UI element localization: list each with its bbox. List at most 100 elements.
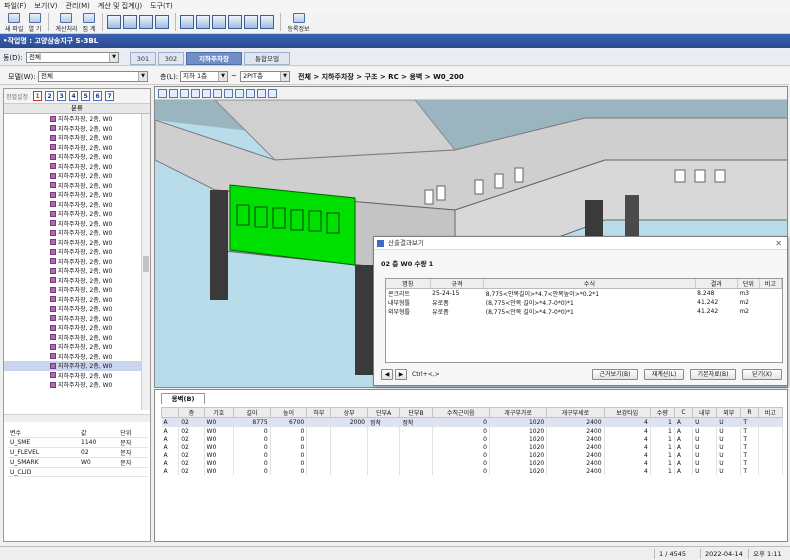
grid-cell[interactable] [330, 427, 368, 435]
grid-cell[interactable]: 2400 [546, 435, 605, 443]
register-info-button[interactable]: 등록정보 [285, 12, 311, 33]
tab-integrated-model[interactable]: 통합모델 [244, 52, 290, 65]
grid-cell[interactable]: A [161, 467, 180, 475]
grid-cell[interactable]: 02 [178, 443, 205, 451]
grid-cell[interactable]: W0 [204, 459, 235, 467]
table-row[interactable]: A 02 W0 0 0 0 1020 2400 4 1 A U U T [161, 435, 784, 443]
grid-cell[interactable] [367, 435, 401, 443]
base-data-button[interactable]: 기본자료(B) [690, 369, 736, 380]
table-row[interactable]: A 02 W0 0 0 0 1020 2400 4 1 A U U T [161, 467, 784, 475]
grid-column-header[interactable]: R [740, 407, 759, 418]
grid-cell[interactable] [399, 467, 433, 475]
tree-item[interactable]: 지하주차장, 2층, W0 [4, 133, 150, 143]
measure-icon[interactable] [268, 88, 277, 98]
grid-cell[interactable] [306, 435, 332, 443]
grid-cell[interactable]: A [674, 459, 694, 467]
tree-item[interactable]: 지하주차장, 2층, W0 [4, 171, 150, 181]
grid-cell[interactable]: U [716, 417, 742, 427]
view-mode-icon[interactable] [158, 88, 167, 98]
grid-cell[interactable]: U [716, 451, 742, 459]
grid-column-header[interactable]: 수직근이음 [431, 407, 490, 418]
grid-cell[interactable]: U [692, 467, 718, 475]
rotate-icon[interactable] [169, 88, 178, 98]
grid-cell[interactable]: 02 [178, 417, 205, 427]
scroll-thumb[interactable] [143, 256, 149, 272]
grid-cell[interactable] [758, 459, 784, 467]
grid-cell[interactable]: 0 [270, 467, 308, 475]
grid-cell[interactable]: 2400 [546, 417, 605, 427]
grid-cell[interactable]: W0 [204, 451, 235, 459]
grid-column-header[interactable]: 내부 [692, 407, 718, 418]
grid-cell[interactable]: 1020 [489, 459, 548, 467]
grid-cell[interactable]: 6700 [270, 417, 308, 427]
tree-item[interactable]: 지하주차장, 2층, W0 [4, 266, 150, 276]
grid-cell[interactable]: 4 [604, 427, 651, 435]
grid-cell[interactable]: A [674, 467, 694, 475]
sort-setting-button[interactable]: 정렬설정 [6, 92, 28, 101]
grid-cell[interactable] [758, 467, 784, 475]
grid-cell[interactable]: 4 [604, 443, 651, 451]
grid-cell[interactable]: A [161, 459, 180, 467]
grid-cell[interactable]: A [161, 417, 180, 427]
wireframe-icon[interactable] [246, 88, 255, 98]
menu-item[interactable]: 관리(M) [66, 1, 90, 11]
tree-item[interactable]: 지하주차장, 2층, W0 [4, 257, 150, 267]
grid-cell[interactable]: 1 [650, 427, 675, 435]
grid-cell[interactable]: 1020 [489, 451, 548, 459]
cube-back-icon[interactable] [191, 88, 200, 98]
grid-cell[interactable]: 0 [432, 467, 490, 475]
grid-cell[interactable]: T [740, 417, 759, 427]
grid-cell[interactable] [306, 417, 332, 427]
tree-item[interactable]: 지하주차장, 2층, W0 [4, 285, 150, 295]
grid-cell[interactable]: A [161, 427, 180, 435]
grid-cell[interactable]: 4 [604, 451, 651, 459]
grid-cell[interactable]: 4 [604, 435, 651, 443]
cube-iso-icon[interactable] [235, 88, 244, 98]
grid-cell[interactable] [330, 451, 368, 459]
tree-item[interactable]: 지하주차장, 2층, W0 [4, 238, 150, 248]
grid-cell[interactable]: T [740, 451, 759, 459]
grid-cell[interactable] [399, 451, 433, 459]
grid-cell[interactable]: A [674, 451, 694, 459]
grid-cell[interactable]: 0 [270, 435, 308, 443]
grid-cell[interactable]: A [161, 435, 180, 443]
grid-cell[interactable]: 0 [432, 459, 490, 467]
grid-cell[interactable]: 1 [650, 459, 675, 467]
tree-item[interactable]: 지하주차장, 2층, W0 [4, 361, 150, 371]
grid-cell[interactable]: T [740, 459, 759, 467]
grid-column-header[interactable]: 높이 [269, 407, 308, 418]
grid-cell[interactable] [306, 427, 332, 435]
grid-cell[interactable]: A [674, 443, 694, 451]
model-select[interactable]: 전체 ▼ [38, 71, 148, 82]
grid-cell[interactable]: 8775 [233, 417, 271, 427]
grid-cell[interactable]: 1020 [489, 427, 548, 435]
grid-cell[interactable]: 정착 [399, 417, 433, 427]
grid-cell[interactable] [330, 435, 368, 443]
grid-cell[interactable]: 02 [178, 459, 205, 467]
tree-item[interactable]: 지하주차장, 2층, W0 [4, 323, 150, 333]
grid-cell[interactable] [367, 467, 401, 475]
tree-item[interactable]: 지하주차장, 2층, W0 [4, 247, 150, 257]
grid-cell[interactable]: W0 [204, 427, 235, 435]
grid-cell[interactable]: 0 [270, 427, 308, 435]
grid-cell[interactable] [399, 459, 433, 467]
grid-cell[interactable]: 1 [650, 443, 675, 451]
tree-item[interactable]: 지하주차장, 2층, W0 [4, 304, 150, 314]
grid-cell[interactable] [758, 427, 784, 435]
grid-cell[interactable]: A [161, 451, 180, 459]
grid-column-header[interactable]: 상부 [330, 407, 368, 418]
grid-column-header[interactable]: 개구부가로 [488, 407, 548, 418]
grid-cell[interactable]: 0 [432, 427, 490, 435]
grid-cell[interactable] [330, 459, 368, 467]
table-icon[interactable] [196, 15, 211, 29]
grid-cell[interactable]: 02 [178, 467, 205, 475]
zoom-icon[interactable] [123, 15, 138, 29]
tree-item[interactable]: 지하주차장, 2층, W0 [4, 276, 150, 286]
grid-cell[interactable]: 4 [604, 417, 651, 427]
grid-cell[interactable]: 0 [233, 427, 271, 435]
grid-cell[interactable]: 2400 [546, 443, 605, 451]
grid-cell[interactable]: W0 [204, 435, 235, 443]
floor-from-select[interactable]: 지하 1층 ▼ [180, 71, 228, 82]
grid-cell[interactable] [330, 443, 368, 451]
grid-cell[interactable]: U [716, 427, 742, 435]
